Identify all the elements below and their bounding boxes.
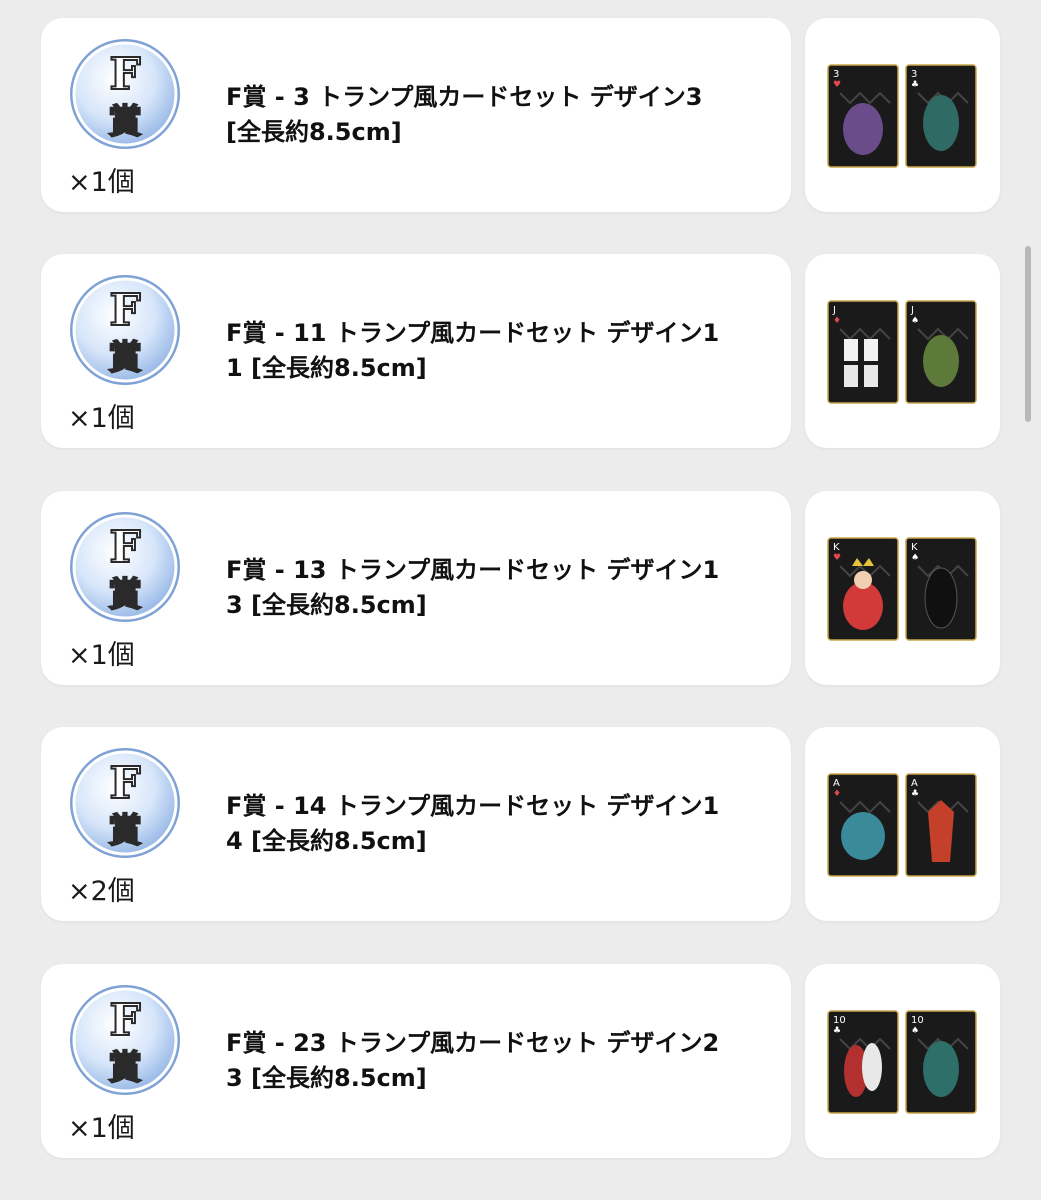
prize-row[interactable]: F 賞 ×1個 F賞 - 23 トランプ風カードセット デザイン23 [全長約8… [41,964,1000,1158]
badge-letter: F [109,995,140,1046]
playing-cards-image: J ♦ J ♠ [827,300,977,404]
prize-title: F賞 - 23 トランプ風カードセット デザイン23 [全長約8.5cm] [226,1029,720,1092]
card-rank: J [832,305,836,316]
badge-kanji: 賞 [108,811,142,851]
f-prize-badge-icon: F 賞 [70,39,180,149]
prize-list-page: F 賞 ×1個 F賞 - 3 トランプ風カードセット デザイン3 [全長約8.5… [0,0,1041,1200]
playing-cards-image: K ♥ K ♠ [827,537,977,641]
prize-title: F賞 - 13 トランプ風カードセット デザイン13 [全長約8.5cm] [226,556,720,619]
badge-letter: F [109,522,140,573]
quantity-label: ×1個 [68,403,135,434]
quantity-label: ×1個 [68,1113,135,1144]
prize-card[interactable]: F 賞 ×2個 F賞 - 14 トランプ風カードセット デザイン14 [全長約8… [41,727,791,921]
prize-title: F賞 - 11 トランプ風カードセット デザイン11 [全長約8.5cm] [226,319,720,382]
prize-thumbnail[interactable]: 10 ♣ 10 ♠ [805,964,1000,1158]
prize-row[interactable]: F 賞 ×1個 F賞 - 13 トランプ風カードセット デザイン13 [全長約8… [41,491,1000,685]
card-rank: 3 [833,69,839,80]
card-suit: ♣ [833,1026,841,1036]
prize-card[interactable]: F 賞 ×1個 F賞 - 11 トランプ風カードセット デザイン11 [全長約8… [41,254,791,448]
badge-kanji: 賞 [108,1048,142,1088]
card-suit: ♥ [833,553,841,563]
card-rank: 10 [911,1015,924,1026]
f-prize-badge-icon: F 賞 [70,512,180,622]
prize-row[interactable]: F 賞 ×2個 F賞 - 14 トランプ風カードセット デザイン14 [全長約8… [41,727,1000,921]
prize-title: F賞 - 3 トランプ風カードセット デザイン3 [全長約8.5cm] [226,83,703,146]
quantity-label: ×1個 [68,167,135,198]
playing-cards-image: 3 ♥ 3 ♣ [827,64,977,168]
card-rank: J [910,305,914,316]
scrollbar[interactable] [1025,246,1031,422]
quantity-label: ×1個 [68,640,135,671]
card-suit: ♠ [911,553,919,563]
prize-title: F賞 - 14 トランプ風カードセット デザイン14 [全長約8.5cm] [226,792,720,855]
prize-row[interactable]: F 賞 ×1個 F賞 - 3 トランプ風カードセット デザイン3 [全長約8.5… [41,18,1000,212]
badge-letter: F [109,285,140,336]
card-suit: ♠ [911,1026,919,1036]
card-suit: ♦ [833,789,841,799]
card-rank: A [911,778,918,789]
prize-thumbnail[interactable]: 3 ♥ 3 ♣ [805,18,1000,212]
card-rank: K [911,542,918,553]
badge-letter: F [109,49,140,100]
prize-row[interactable]: F 賞 ×1個 F賞 - 11 トランプ風カードセット デザイン11 [全長約8… [41,254,1000,448]
badge-kanji: 賞 [108,102,142,142]
card-rank: 3 [911,69,917,80]
card-rank: K [833,542,840,553]
prize-card[interactable]: F 賞 ×1個 F賞 - 3 トランプ風カードセット デザイン3 [全長約8.5… [41,18,791,212]
card-suit: ♣ [911,80,919,90]
playing-cards-image: 10 ♣ 10 ♠ [827,1010,977,1114]
prize-thumbnail[interactable]: J ♦ J ♠ [805,254,1000,448]
badge-kanji: 賞 [108,575,142,615]
card-suit: ♠ [911,316,919,326]
card-suit: ♣ [911,789,919,799]
card-suit: ♦ [833,316,841,326]
badge-letter: F [109,758,140,809]
card-rank: 10 [833,1015,846,1026]
f-prize-badge-icon: F 賞 [70,748,180,858]
prize-card[interactable]: F 賞 ×1個 F賞 - 13 トランプ風カードセット デザイン13 [全長約8… [41,491,791,685]
card-rank: A [833,778,840,789]
badge-kanji: 賞 [108,338,142,378]
f-prize-badge-icon: F 賞 [70,275,180,385]
prize-card[interactable]: F 賞 ×1個 F賞 - 23 トランプ風カードセット デザイン23 [全長約8… [41,964,791,1158]
prize-thumbnail[interactable]: K ♥ K ♠ [805,491,1000,685]
playing-cards-image: A ♦ A ♣ [827,773,977,877]
prize-thumbnail[interactable]: A ♦ A ♣ [805,727,1000,921]
f-prize-badge-icon: F 賞 [70,985,180,1095]
card-suit: ♥ [833,80,841,90]
quantity-label: ×2個 [68,876,135,907]
